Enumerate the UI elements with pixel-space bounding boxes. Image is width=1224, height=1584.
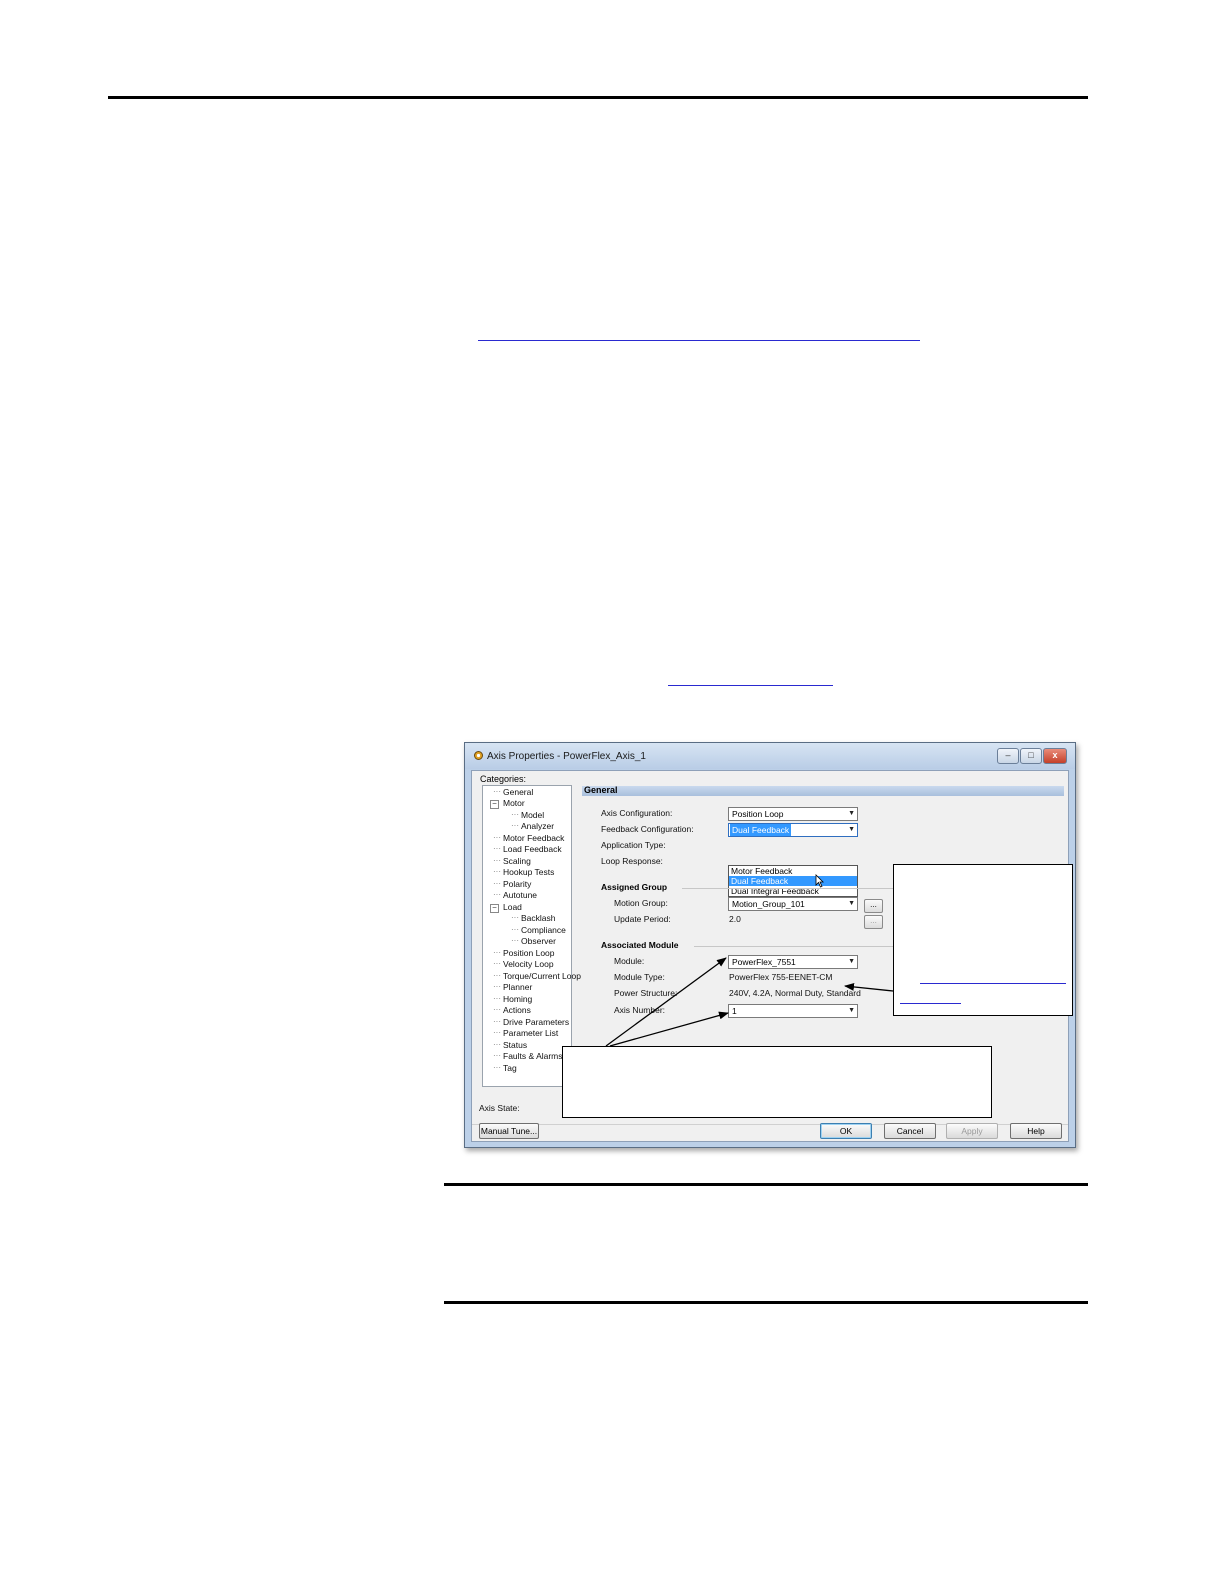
axis-gear-icon [474, 751, 483, 760]
tree-item-motor-feedback[interactable]: Motor Feedback [503, 833, 564, 843]
axis-configuration-label: Axis Configuration: [601, 808, 673, 818]
application-type-label: Application Type: [601, 840, 666, 850]
tree-item-motor[interactable]: Motor [503, 798, 525, 808]
tree-item-tag[interactable]: Tag [503, 1063, 517, 1073]
tree-item-load[interactable]: Load [503, 902, 522, 912]
note-bottom-rule [444, 1301, 1088, 1304]
tree-item-general[interactable]: General [503, 787, 533, 797]
update-period-label: Update Period: [614, 914, 671, 924]
axis-number-label: Axis Number: [614, 1005, 666, 1015]
tree-item-faults-alarms[interactable]: Faults & Alarms [503, 1051, 563, 1061]
tree-item-position-loop[interactable]: Position Loop [503, 948, 555, 958]
ok-button[interactable]: OK [820, 1123, 872, 1139]
feedback-configuration-select[interactable]: Dual Feedback ▼ [728, 823, 858, 837]
tree-item-load-feedback[interactable]: Load Feedback [503, 844, 562, 854]
top-rule [108, 96, 1088, 99]
update-period-browse-button[interactable]: ... [864, 915, 883, 929]
tree-item-actions[interactable]: Actions [503, 1005, 531, 1015]
manual-tune-button[interactable]: Manual Tune... [479, 1123, 539, 1139]
callout-hyperlink-underline-1[interactable] [920, 983, 1066, 984]
hyperlink-underline-2[interactable] [668, 685, 833, 686]
section-header: General [582, 785, 1064, 796]
power-structure-callout-box [893, 864, 1073, 1016]
dropdown-option-motor-feedback[interactable]: Motor Feedback [729, 866, 857, 876]
close-button[interactable]: x [1043, 748, 1067, 764]
help-button[interactable]: Help [1010, 1123, 1062, 1139]
apply-button[interactable]: Apply [946, 1123, 998, 1139]
associated-module-title: Associated Module [601, 940, 679, 950]
assigned-group-title: Assigned Group [601, 882, 668, 892]
categories-tree[interactable]: ··· General − Motor ··· Model ··· Analyz… [482, 785, 581, 1087]
motion-group-select[interactable]: Motion_Group_101 ▼ [728, 897, 858, 911]
collapse-icon[interactable]: − [490, 904, 499, 913]
tree-item-analyzer[interactable]: Analyzer [521, 821, 554, 831]
dropdown-arrow-icon: ▼ [848, 826, 855, 833]
dropdown-arrow-icon: ▼ [848, 958, 855, 965]
motion-group-label: Motion Group: [614, 898, 668, 908]
feedback-configuration-dropdown-list[interactable]: Motor Feedback Dual Feedback Dual Integr… [728, 865, 858, 897]
tree-item-observer[interactable]: Observer [521, 936, 556, 946]
dropdown-arrow-icon: ▼ [848, 810, 855, 817]
power-structure-value: 240V, 4.2A, Normal Duty, Standard [729, 988, 861, 998]
axis-configuration-select[interactable]: Position Loop ▼ [728, 807, 858, 821]
module-label: Module: [614, 956, 645, 966]
update-period-value: 2.0 [729, 914, 741, 924]
feedback-configuration-label: Feedback Configuration: [601, 824, 694, 834]
callout-hyperlink-underline-2[interactable] [900, 1003, 961, 1004]
mouse-cursor-icon [815, 874, 824, 888]
tree-item-parameter-list[interactable]: Parameter List [503, 1028, 558, 1038]
tree-item-planner[interactable]: Planner [503, 982, 532, 992]
tree-item-model[interactable]: Model [521, 810, 544, 820]
power-structure-label: Power Structure: [614, 988, 678, 998]
axis-state-label: Axis State: [479, 1103, 520, 1113]
tree-item-homing[interactable]: Homing [503, 994, 532, 1004]
tree-item-torque-current-loop[interactable]: Torque/Current Loop [503, 971, 581, 981]
dropdown-option-dual-feedback[interactable]: Dual Feedback [729, 876, 857, 886]
module-callout-box [562, 1046, 992, 1118]
module-type-label: Module Type: [614, 972, 665, 982]
tree-item-scaling[interactable]: Scaling [503, 856, 531, 866]
section-title: General [584, 785, 618, 795]
module-type-value: PowerFlex 755-EENET-CM [729, 972, 833, 982]
note-top-rule [444, 1183, 1088, 1186]
collapse-icon[interactable]: − [490, 800, 499, 809]
maximize-button[interactable]: □ [1020, 748, 1042, 764]
categories-label: Categories: [480, 774, 527, 784]
motion-group-browse-button[interactable]: ... [864, 899, 883, 913]
tree-item-compliance[interactable]: Compliance [521, 925, 566, 935]
tree-item-backlash[interactable]: Backlash [521, 913, 556, 923]
tree-item-drive-parameters[interactable]: Drive Parameters [503, 1017, 569, 1027]
dialog-title: Axis Properties - PowerFlex_Axis_1 [487, 751, 646, 762]
tree-item-status[interactable]: Status [503, 1040, 527, 1050]
module-select[interactable]: PowerFlex_7551 ▼ [728, 955, 858, 969]
cancel-button[interactable]: Cancel [884, 1123, 936, 1139]
tree-item-hookup-tests[interactable]: Hookup Tests [503, 867, 554, 877]
dropdown-arrow-icon: ▼ [848, 1007, 855, 1014]
tree-item-polarity[interactable]: Polarity [503, 879, 531, 889]
axis-number-select[interactable]: 1 ▼ [728, 1004, 858, 1018]
dropdown-arrow-icon: ▼ [848, 900, 855, 907]
loop-response-label: Loop Response: [601, 856, 663, 866]
minimize-button[interactable]: – [997, 748, 1019, 764]
tree-item-autotune[interactable]: Autotune [503, 890, 537, 900]
hyperlink-underline-1[interactable] [478, 340, 920, 341]
tree-item-velocity-loop[interactable]: Velocity Loop [503, 959, 554, 969]
title-bar: Axis Properties - PowerFlex_Axis_1 – □ x [465, 743, 1075, 769]
